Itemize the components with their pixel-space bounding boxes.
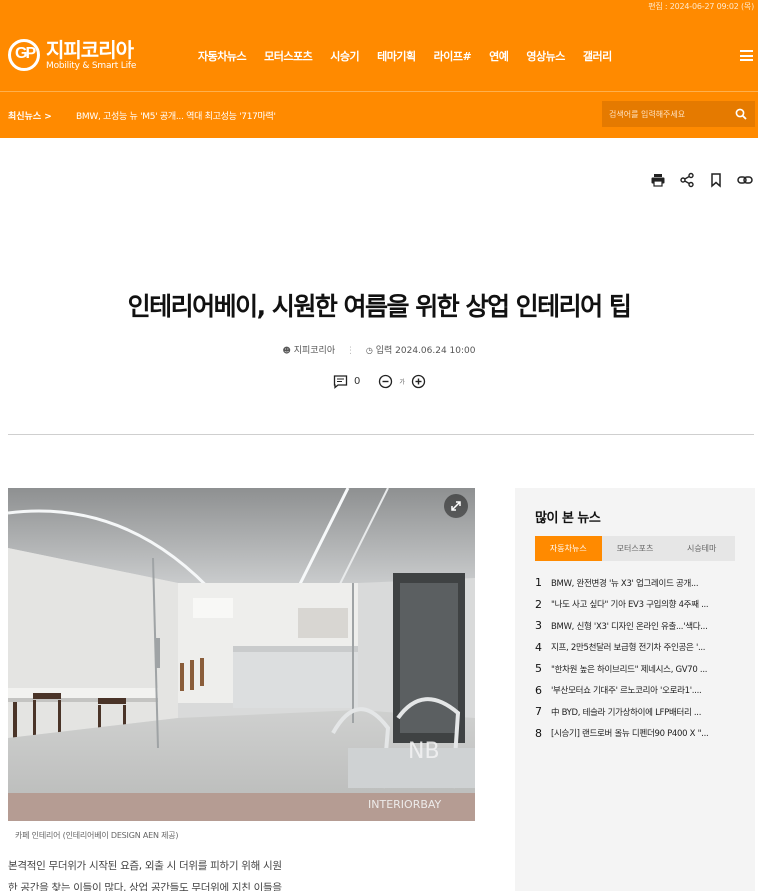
article-photo[interactable]: NB INTERIORBAY — [8, 488, 475, 821]
list-item[interactable]: 3 BMW, 신형 'X3' 디자인 온라인 유출...'색다... — [535, 615, 735, 637]
nav-item-motorsports[interactable]: 모터스포츠 — [264, 48, 313, 64]
body-line: 본격적인 무더위가 시작된 요즘, 외출 시 더위를 피하기 위해 시원 — [8, 860, 282, 872]
search-box — [602, 101, 755, 127]
header-divider — [0, 91, 758, 92]
article-title: 인테리어베이, 시원한 여름을 위한 상업 인테리어 팁 — [127, 292, 632, 321]
list-item[interactable]: 4 지프, 2만5천달러 보급형 전기차 주인공은 '... — [535, 637, 735, 659]
popular-news-list: 1 BMW, 완전변경 '뉴 X3' 업그레이드 공개... 2 "나도 사고 싶다… — [535, 572, 735, 744]
article-meta: ☻ 지피코리아 ⋮ ◷ 입력 2024.06.24 10:00 — [282, 346, 476, 356]
bookmark-icon[interactable] — [708, 172, 724, 188]
header-rule — [8, 434, 754, 435]
font-size-label: 가 — [399, 379, 405, 386]
nav-item-car-news[interactable]: 자동차뉴스 — [198, 48, 247, 64]
nav-item-life[interactable]: 라이프# — [434, 48, 472, 64]
logo-mark-icon: GP — [8, 39, 40, 71]
svg-text:NB: NB — [408, 739, 440, 764]
article-tools — [650, 172, 753, 188]
comment-icon[interactable] — [333, 374, 348, 389]
article-actions: 0 가 — [333, 374, 426, 389]
link-icon[interactable] — [737, 172, 753, 188]
article-body: 본격적인 무더위가 시작된 요즘, 외출 시 더위를 피하기 위해 시원 한 공… — [8, 855, 318, 891]
popular-news-title: 많이 본 뉴스 — [535, 511, 601, 526]
body-line: 한 공간을 찾는 이들이 많다. 상업 공간들도 무더위에 지친 이들을 — [8, 882, 282, 891]
nav-item-entertainment[interactable]: 연예 — [489, 48, 509, 64]
tab-car-news[interactable]: 자동차뉴스 — [535, 536, 602, 561]
edit-timestamp: 편집 : 2024-06-27 09:02 (목) — [648, 2, 754, 11]
nav-item-test-drive[interactable]: 시승기 — [330, 48, 359, 64]
site-logo[interactable]: GP 지피코리아 Mobility & Smart Life — [8, 37, 158, 73]
site-header: 편집 : 2024-06-27 09:02 (목) GP 지피코리아 Mobil… — [0, 0, 758, 138]
list-item[interactable]: 2 "나도 사고 싶다" 기아 EV3 구입의향 4주째 ... — [535, 594, 735, 616]
photo-caption: 카페 인테리어 (인테리어베이 DESIGN AEN 제공) — [15, 831, 179, 840]
search-input[interactable] — [602, 101, 727, 127]
list-item[interactable]: 1 BMW, 완전변경 '뉴 X3' 업그레이드 공개... — [535, 572, 735, 594]
search-icon[interactable] — [735, 108, 747, 120]
nav-item-gallery[interactable]: 갤러리 — [583, 48, 612, 64]
expand-image-icon[interactable] — [444, 494, 468, 518]
logo-subtitle: Mobility & Smart Life — [46, 60, 137, 71]
tab-test-drive[interactable]: 시승테마 — [668, 536, 735, 561]
article-date: 입력 2024.06.24 10:00 — [375, 346, 476, 356]
main-nav: 자동차뉴스 모터스포츠 시승기 테마기획 라이프# 연예 영상뉴스 갤러리 — [198, 48, 612, 64]
popular-news-panel: 많이 본 뉴스 자동차뉴스 모터스포츠 시승테마 1 BMW, 완전변경 '뉴 X… — [515, 488, 755, 891]
latest-news-ticker[interactable]: BMW, 고성능 뉴 'M5' 공개... 역대 최고성능 '717마력' — [76, 109, 276, 122]
list-item[interactable]: 6 '부산모터쇼 기대주' 르노코리아 '오로라1'.... — [535, 680, 735, 702]
popular-news-tabs: 자동차뉴스 모터스포츠 시승테마 — [535, 536, 735, 561]
tab-motorsports[interactable]: 모터스포츠 — [602, 536, 669, 561]
nav-item-video-news[interactable]: 영상뉴스 — [526, 48, 565, 64]
svg-text:INTERIORBAY: INTERIORBAY — [368, 798, 442, 811]
font-increase-icon[interactable] — [411, 374, 426, 389]
article-author: 지피코리아 — [293, 346, 336, 356]
logo-name: 지피코리아 — [46, 37, 134, 62]
author-icon: ☻ — [282, 346, 291, 355]
print-icon[interactable] — [650, 172, 666, 188]
font-decrease-icon[interactable] — [378, 374, 393, 389]
share-icon[interactable] — [679, 172, 695, 188]
nav-item-theme[interactable]: 테마기획 — [377, 48, 416, 64]
comment-count: 0 — [354, 376, 361, 387]
hamburger-menu-icon[interactable] — [740, 50, 753, 61]
list-item[interactable]: 8 [시승기] 랜드로버 올뉴 디펜더90 P400 X "... — [535, 723, 735, 745]
clock-icon: ◷ — [365, 346, 373, 355]
list-item[interactable]: 5 "한차원 높은 하이브리드" 제네시스, GV70 ... — [535, 658, 735, 680]
list-item[interactable]: 7中 BYD, 테슬라 기가상하이에 LFP배터리 ... — [535, 701, 735, 723]
latest-news-label: 최신뉴스 > — [8, 112, 52, 122]
